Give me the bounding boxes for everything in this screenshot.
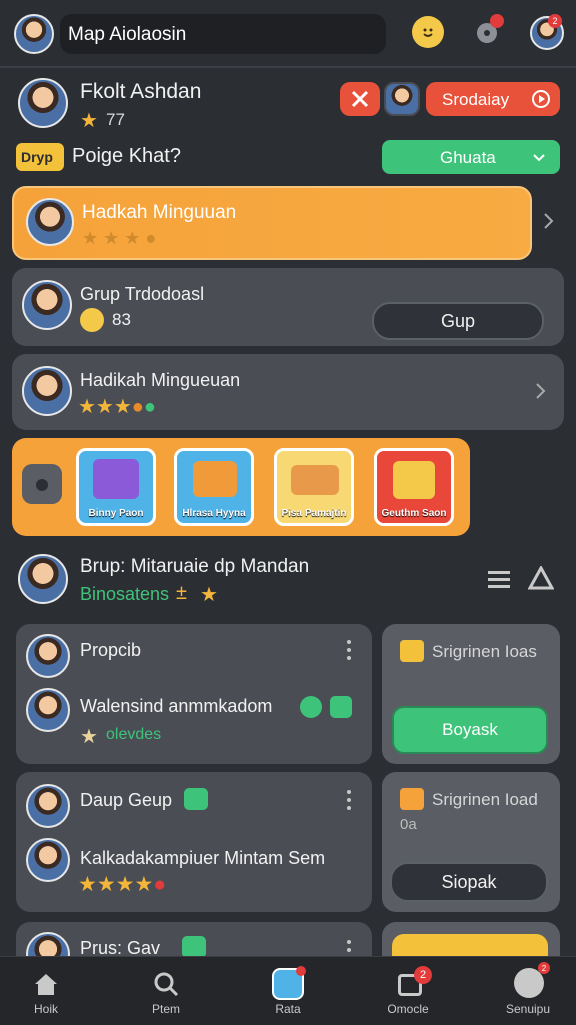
- notification-icon[interactable]: [474, 14, 504, 46]
- search-bar[interactable]: Map Aiolaosin: [60, 14, 386, 54]
- star-icon: ★: [80, 110, 98, 132]
- profile-badge: 2: [548, 14, 562, 28]
- tile-image: [291, 465, 339, 495]
- nav-badge: [296, 966, 306, 976]
- bolt-icon: [400, 640, 424, 662]
- star-icon: ★: [200, 584, 218, 606]
- filter-dropdown[interactable]: Ghuata: [382, 140, 560, 174]
- group-button[interactable]: Gup: [372, 302, 544, 340]
- friend-avatar[interactable]: [384, 82, 420, 116]
- more-icon[interactable]: [346, 790, 352, 810]
- tools-icon[interactable]: [340, 82, 380, 116]
- notification-badge: [490, 14, 504, 28]
- check-icon: [184, 788, 208, 810]
- nav-profile[interactable]: 2 Senuipu: [478, 962, 576, 1022]
- secondary-button[interactable]: Siopak: [390, 862, 548, 902]
- game-tile[interactable]: Geuthm Saon: [374, 448, 454, 526]
- star-rating: ★★★●●: [78, 396, 156, 418]
- user-avatar[interactable]: [14, 14, 54, 54]
- nav-search[interactable]: Ptem: [116, 962, 216, 1022]
- side-card: Srigrinen Ioad 0a Siopak: [382, 772, 560, 912]
- play-button[interactable]: Srodaiay: [426, 82, 560, 116]
- chevron-right-icon[interactable]: [534, 382, 548, 400]
- sort-icon[interactable]: [528, 566, 554, 590]
- group-subtitle-mark: ±: [176, 582, 187, 604]
- home-icon: [35, 974, 57, 995]
- list-item[interactable]: Hadkah Minguuan ★ ★ ★ ●: [12, 186, 532, 260]
- group-subtitle: Binosatens: [80, 584, 170, 604]
- game-tile[interactable]: Pisa Pamajtin: [274, 448, 354, 526]
- leaf-icon: [300, 696, 322, 718]
- side-card-title: Srigrinen Ioas: [432, 642, 537, 661]
- bolt-icon: [400, 788, 424, 810]
- feed-body: Kalkadakampiuer Mintam Sem: [80, 848, 326, 868]
- chevron-right-icon[interactable]: [542, 212, 556, 230]
- rank-text: Poige Khat?: [72, 145, 181, 167]
- list-avatar: [22, 280, 72, 330]
- feed-title: Propcib: [80, 640, 142, 660]
- nav-badge: 2: [414, 966, 432, 984]
- feed-tag: olevdes: [106, 726, 162, 743]
- list-item-name: Grup Trdodoasl: [80, 284, 205, 304]
- game-tile[interactable]: Hlrasa Hyyna: [174, 448, 254, 526]
- list-avatar: [26, 198, 74, 246]
- list-item[interactable]: Hadikah Mingueuan ★★★●●: [12, 354, 564, 430]
- more-icon[interactable]: [346, 640, 352, 660]
- star-icon: ★: [80, 726, 98, 748]
- star-rating: ★ ★ ★ ●: [82, 228, 157, 248]
- nav-messages[interactable]: 2 Omocle: [358, 962, 458, 1022]
- nav-camera[interactable]: Rata: [238, 962, 338, 1022]
- chevron-down-icon: [533, 154, 545, 162]
- side-card-sub: 0a: [400, 816, 417, 833]
- primary-button[interactable]: Boyask: [392, 706, 548, 754]
- check-icon: [330, 696, 352, 718]
- play-icon: [532, 90, 550, 108]
- featured-strip: Binny Paon Hlrasa Hyyna Pisa Pamajtin Ge…: [12, 438, 470, 536]
- camera-icon[interactable]: [22, 464, 62, 504]
- list-view-icon[interactable]: [486, 568, 512, 590]
- side-card: Srigrinen Ioas Boyask: [382, 624, 560, 764]
- rank-badge: Dryp: [16, 143, 64, 171]
- smile-icon: [80, 308, 104, 332]
- profile-score: 77: [106, 110, 125, 129]
- feed-avatar: [26, 838, 70, 882]
- group-avatar: [18, 554, 68, 604]
- nav-home[interactable]: Hoik: [0, 962, 96, 1022]
- list-avatar: [22, 366, 72, 416]
- header-divider: [0, 66, 576, 68]
- group-title: Brup: Mitaruaie dp Mandan: [80, 556, 310, 577]
- nav-badge: 2: [538, 962, 550, 974]
- search-title: Map Aiolaosin: [68, 24, 187, 45]
- emoji-icon[interactable]: [412, 16, 444, 48]
- list-item-name: Hadikah Mingueuan: [80, 370, 241, 390]
- side-card-title: Srigrinen Ioad: [432, 790, 538, 809]
- profile-name: Fkolt Ashdan: [80, 80, 202, 103]
- profile-photo: [18, 78, 68, 128]
- game-tile[interactable]: Binny Paon: [76, 448, 156, 526]
- tile-image: [193, 461, 237, 497]
- tile-image: [93, 459, 139, 499]
- feed-avatar: [26, 784, 70, 828]
- feed-avatar: [26, 634, 70, 678]
- list-item-score: 83: [112, 310, 131, 329]
- feed-title: Daup Geup: [80, 790, 173, 810]
- check-icon: [182, 936, 206, 958]
- feed-body: Walensind anmmkadom: [80, 696, 273, 716]
- list-item-name: Hadkah Minguuan: [82, 202, 237, 223]
- feed-avatar: [26, 688, 70, 732]
- feed-card[interactable]: Daup Geup Kalkadakampiuer Mintam Sem ★★★…: [16, 772, 372, 912]
- list-item[interactable]: Grup Trdodoasl 83 Gup: [12, 268, 564, 346]
- star-rating: ★★★★●: [78, 873, 166, 896]
- tile-image: [393, 461, 435, 499]
- search-icon: [154, 972, 179, 997]
- feed-card[interactable]: Propcib Walensind anmmkadom ★ olevdes: [16, 624, 372, 764]
